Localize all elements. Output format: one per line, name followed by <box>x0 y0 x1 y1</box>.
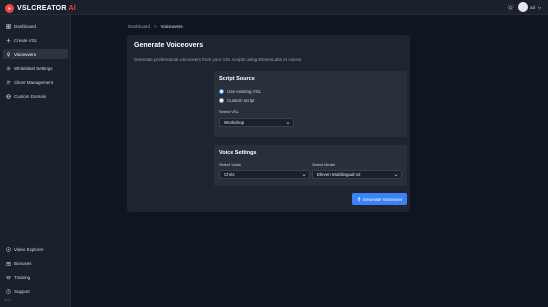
chevron-down-icon <box>302 174 306 177</box>
select-vsl-value: Workshop <box>224 120 245 125</box>
sidebar-item-training[interactable]: Training <box>3 272 68 282</box>
sidebar-item-label: Whitelabel Settings <box>14 65 53 71</box>
app-logo[interactable]: VSLCREATOR AI <box>5 3 76 13</box>
select-model-value: Eleven Multilingual v2 <box>317 172 361 177</box>
sidebar-item-label: Client Management <box>14 79 54 85</box>
voice-settings-title: Voice Settings <box>219 150 257 156</box>
plus-icon <box>6 38 11 42</box>
breadcrumb-dashboard-link[interactable]: Dashboard <box>128 24 150 29</box>
mic-icon <box>356 196 361 202</box>
logo-text: VSLCREATOR AI <box>17 4 76 12</box>
radio-unchecked-icon <box>219 98 224 103</box>
sidebar-item-label: Custom Domain <box>14 93 47 99</box>
chevron-down-icon <box>537 6 542 9</box>
app-root: VSLCREATOR AI ad Dashboard Create VSL Vo… <box>0 0 548 307</box>
chevron-down-icon <box>286 122 290 125</box>
breadcrumb: Dashboard > Voiceovers <box>128 24 183 29</box>
sidebar-item-label: Bonuses <box>14 260 32 266</box>
compass-icon <box>6 246 11 252</box>
top-bar: VSLCREATOR AI ad <box>0 0 548 15</box>
script-source-card: Script Source Use existing VSL Custom sc… <box>214 71 407 137</box>
voice-settings-card: Voice Settings Select Voice Chris Select… <box>214 145 407 186</box>
sidebar-item-client-management[interactable]: Client Management <box>3 77 68 87</box>
sidebar-item-custom-domain[interactable]: Custom Domain <box>3 91 68 101</box>
theme-toggle-icon[interactable] <box>507 4 514 11</box>
select-vsl-label: Select VSL <box>219 109 239 114</box>
gear-icon <box>6 66 11 70</box>
select-voice-value: Chris <box>224 172 235 177</box>
sidebar: Dashboard Create VSL Voiceovers Whitelab… <box>0 15 71 307</box>
play-logo-icon <box>5 3 14 13</box>
radio-custom-script[interactable]: Custom script <box>219 98 255 103</box>
sidebar-item-whitelabel-settings[interactable]: Whitelabel Settings <box>3 63 68 73</box>
globe-icon <box>6 93 11 99</box>
sidebar-item-dashboard[interactable]: Dashboard <box>3 21 68 31</box>
radio-label: Custom script <box>227 98 255 103</box>
grid-icon <box>6 23 11 29</box>
sidebar-item-label: Voiceovers <box>14 51 37 57</box>
sidebar-item-voiceovers[interactable]: Voiceovers <box>3 49 68 59</box>
breadcrumb-separator: > <box>154 24 157 29</box>
select-model-label: Select Model <box>312 162 336 167</box>
sidebar-item-bonuses[interactable]: Bonuses <box>3 258 68 268</box>
help-icon <box>6 288 11 294</box>
gift-icon <box>6 261 11 266</box>
version-label: v1.0 <box>4 298 11 302</box>
page-description: Generate professional voiceovers from yo… <box>134 57 303 62</box>
avatar <box>518 2 528 12</box>
sidebar-item-label: Dashboard <box>14 23 37 29</box>
user-name: ad <box>530 4 536 10</box>
radio-label: Use existing VSL <box>227 89 262 94</box>
select-model-dropdown[interactable]: Eleven Multilingual v2 <box>312 170 402 179</box>
select-voice-label: Select Voice <box>219 162 242 167</box>
sidebar-item-video-explorer[interactable]: Video Explorer <box>3 244 68 254</box>
sidebar-item-create-vsl[interactable]: Create VSL <box>3 35 68 45</box>
sidebar-item-label: Create VSL <box>14 37 38 43</box>
users-icon <box>6 80 11 85</box>
radio-use-existing-vsl[interactable]: Use existing VSL <box>219 89 261 94</box>
sidebar-item-label: Support <box>14 288 30 294</box>
generate-button-label: Generate Voiceover <box>362 196 403 202</box>
mic-icon <box>6 51 11 57</box>
sidebar-item-support[interactable]: Support <box>3 286 68 296</box>
breadcrumb-current: Voiceovers <box>160 24 183 29</box>
script-source-title: Script Source <box>219 76 255 82</box>
user-menu[interactable]: ad <box>518 2 542 12</box>
select-voice-dropdown[interactable]: Chris <box>219 170 310 179</box>
chevron-down-icon <box>394 174 398 177</box>
select-vsl-dropdown[interactable]: Workshop <box>219 118 294 127</box>
page-title: Generate Voiceovers <box>134 42 204 49</box>
generate-voiceover-button[interactable]: Generate Voiceover <box>352 193 407 205</box>
sidebar-item-label: Training <box>14 274 31 280</box>
graduation-icon <box>6 275 11 279</box>
radio-checked-icon <box>219 89 224 94</box>
sidebar-item-label: Video Explorer <box>14 246 44 252</box>
